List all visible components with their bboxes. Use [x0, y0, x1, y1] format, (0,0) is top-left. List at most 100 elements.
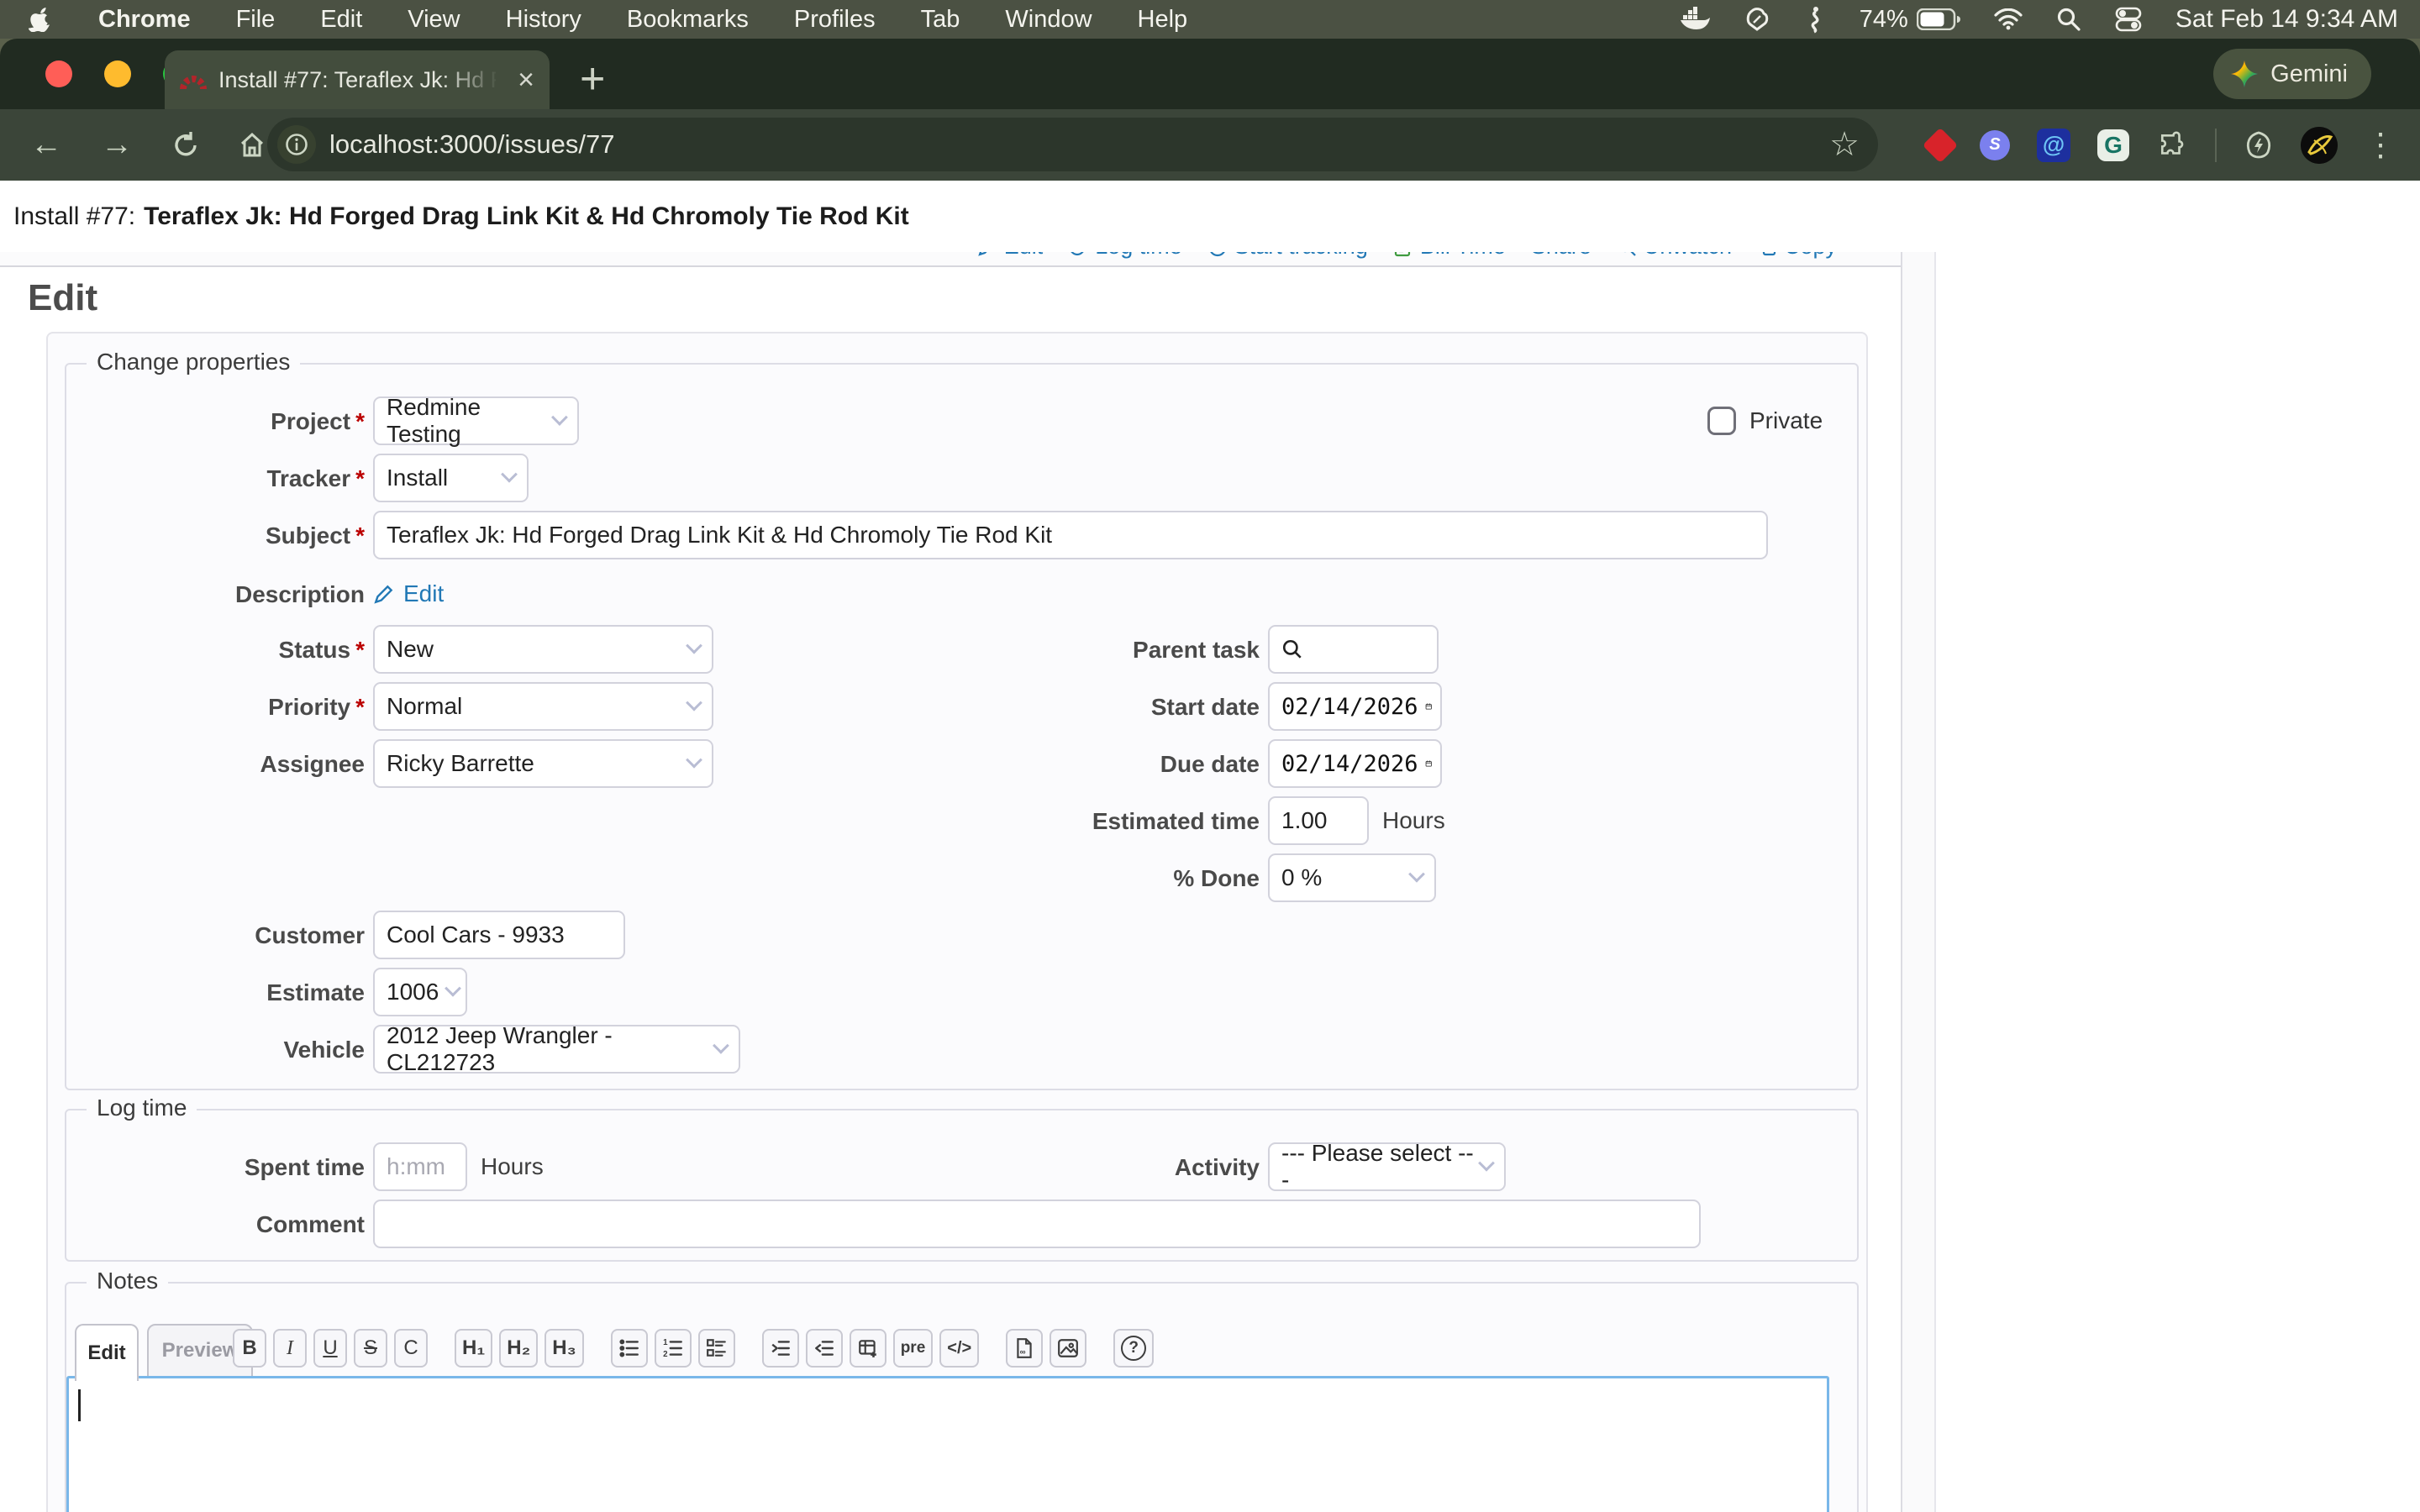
- chevron-down-icon: [686, 752, 702, 769]
- battery-percent-label: 74%: [1860, 6, 1908, 34]
- grammarly-icon[interactable]: G: [2097, 129, 2129, 161]
- url-text[interactable]: localhost:3000/issues/77: [329, 129, 615, 160]
- menu-view[interactable]: View: [385, 6, 482, 34]
- subject-label: Subject*: [66, 522, 365, 549]
- action-edit[interactable]: Edit: [977, 252, 1044, 260]
- tab-close-icon[interactable]: ×: [518, 66, 534, 94]
- extensions-puzzle-icon[interactable]: [2156, 129, 2188, 161]
- bill-icon: [1393, 252, 1413, 257]
- indent-button[interactable]: [762, 1329, 799, 1368]
- action-log-time[interactable]: Log time: [1068, 252, 1182, 260]
- vehicle-label: Vehicle: [66, 1037, 365, 1063]
- issue-header: Install #77: Teraflex Jk: Hd Forged Drag…: [0, 181, 2420, 252]
- back-button[interactable]: ←: [30, 127, 62, 163]
- status-select[interactable]: New: [373, 625, 713, 674]
- parent-task-input[interactable]: [1268, 625, 1439, 674]
- assignee-label: Assignee: [66, 751, 365, 778]
- browser-tab[interactable]: Install #77: Teraflex Jk: Hd Fo ×: [165, 50, 550, 109]
- assignee-select[interactable]: Ricky Barrette: [373, 739, 713, 788]
- attach-file-button[interactable]: ∞: [1006, 1329, 1043, 1368]
- bookmark-star-icon[interactable]: ☆: [1829, 125, 1860, 164]
- heading3-button[interactable]: H₃: [544, 1329, 583, 1368]
- description-edit-link[interactable]: Edit: [403, 580, 444, 607]
- priority-select[interactable]: Normal: [373, 682, 713, 731]
- control-center-icon[interactable]: [2115, 7, 2142, 32]
- menu-window[interactable]: Window: [982, 6, 1114, 34]
- bold-button[interactable]: B: [233, 1329, 266, 1368]
- site-info-icon[interactable]: [277, 125, 316, 164]
- strikethrough-button[interactable]: S: [354, 1329, 387, 1368]
- preformatted-button[interactable]: pre: [893, 1329, 934, 1368]
- menu-chrome[interactable]: Chrome: [76, 6, 213, 34]
- vehicle-select[interactable]: 2012 Jeep Wrangler - CL212723: [373, 1025, 740, 1074]
- notes-textarea[interactable]: [66, 1376, 1829, 1512]
- menubar-clock[interactable]: Sat Feb 14 9:34 AM: [2175, 5, 2398, 34]
- browser-menu-icon[interactable]: ⋮: [2365, 129, 2396, 161]
- gemini-button[interactable]: Gemini: [2213, 49, 2371, 99]
- action-share[interactable]: Share: [1531, 252, 1591, 260]
- home-button[interactable]: [239, 132, 266, 159]
- action-start-tracking[interactable]: Start tracking: [1207, 252, 1368, 260]
- heading2-button[interactable]: H₂: [499, 1329, 538, 1368]
- activity-select[interactable]: --- Please select ---: [1268, 1142, 1506, 1191]
- spotlight-search-icon[interactable]: [2056, 7, 2081, 32]
- forward-button[interactable]: →: [101, 127, 133, 163]
- menubar-extra-icon-1[interactable]: [1744, 6, 1770, 33]
- action-unwatch[interactable]: Unwatch: [1617, 252, 1732, 260]
- window-close-button[interactable]: [45, 60, 72, 87]
- task-list-button[interactable]: [698, 1329, 735, 1368]
- menu-file[interactable]: File: [213, 6, 298, 34]
- address-bar[interactable]: localhost:3000/issues/77 ☆: [267, 118, 1878, 171]
- done-select[interactable]: 0 %: [1268, 853, 1436, 902]
- start-date-input[interactable]: 02/14/2026: [1268, 682, 1442, 731]
- insert-image-button[interactable]: [1050, 1329, 1086, 1368]
- comment-input[interactable]: [373, 1200, 1701, 1248]
- menubar-extra-icon-2[interactable]: [1804, 5, 1826, 34]
- profile-avatar[interactable]: [2301, 127, 2338, 164]
- performance-leaf-icon[interactable]: [2244, 130, 2274, 160]
- outdent-button[interactable]: [806, 1329, 843, 1368]
- menu-bookmarks[interactable]: Bookmarks: [604, 6, 771, 34]
- estimated-time-input[interactable]: [1268, 796, 1369, 845]
- help-button[interactable]: ?: [1113, 1329, 1154, 1368]
- new-tab-button[interactable]: +: [580, 54, 605, 104]
- underline-button[interactable]: U: [313, 1329, 347, 1368]
- table-button[interactable]: [850, 1329, 886, 1368]
- estimate-select[interactable]: 1006: [373, 968, 467, 1016]
- chevron-down-icon: [1478, 1155, 1495, 1172]
- reload-button[interactable]: [171, 131, 200, 160]
- customer-input[interactable]: [373, 911, 625, 959]
- apple-icon[interactable]: [0, 7, 76, 32]
- ordered-list-button[interactable]: 12: [655, 1329, 692, 1368]
- menu-history[interactable]: History: [483, 6, 604, 34]
- subject-input[interactable]: [373, 511, 1768, 559]
- spent-time-input[interactable]: [373, 1142, 467, 1191]
- extension-icon-1[interactable]: [1923, 127, 1958, 162]
- action-copy[interactable]: Copy: [1757, 252, 1837, 260]
- private-checkbox[interactable]: [1707, 407, 1736, 435]
- task-list-icon: [706, 1337, 728, 1359]
- menu-edit[interactable]: Edit: [297, 6, 385, 34]
- issue-header-title: Teraflex Jk: Hd Forged Drag Link Kit & H…: [144, 202, 909, 231]
- wifi-icon[interactable]: [1994, 8, 2023, 30]
- notes-tab-edit[interactable]: Edit: [75, 1324, 139, 1381]
- docker-icon[interactable]: [1680, 7, 1710, 32]
- unordered-list-button[interactable]: [611, 1329, 648, 1368]
- menu-profiles[interactable]: Profiles: [771, 6, 898, 34]
- code-block-button[interactable]: </>: [939, 1329, 979, 1368]
- menu-tab[interactable]: Tab: [898, 6, 983, 34]
- extension-icon-3[interactable]: @: [2037, 129, 2070, 162]
- due-date-input[interactable]: 02/14/2026: [1268, 739, 1442, 788]
- extension-icon-2[interactable]: S: [1980, 130, 2010, 160]
- action-bill-time[interactable]: Bill Time: [1393, 252, 1506, 260]
- inline-code-button[interactable]: C: [394, 1329, 428, 1368]
- heading1-button[interactable]: H₁: [455, 1329, 492, 1368]
- priority-label: Priority*: [66, 694, 365, 721]
- tab-title-fade: [440, 62, 499, 99]
- battery-status[interactable]: 74%: [1860, 6, 1960, 34]
- italic-button[interactable]: I: [273, 1329, 307, 1368]
- menu-help[interactable]: Help: [1115, 6, 1211, 34]
- window-minimize-button[interactable]: [104, 60, 131, 87]
- project-select[interactable]: Redmine Testing: [373, 396, 579, 445]
- tracker-select[interactable]: Install: [373, 454, 529, 502]
